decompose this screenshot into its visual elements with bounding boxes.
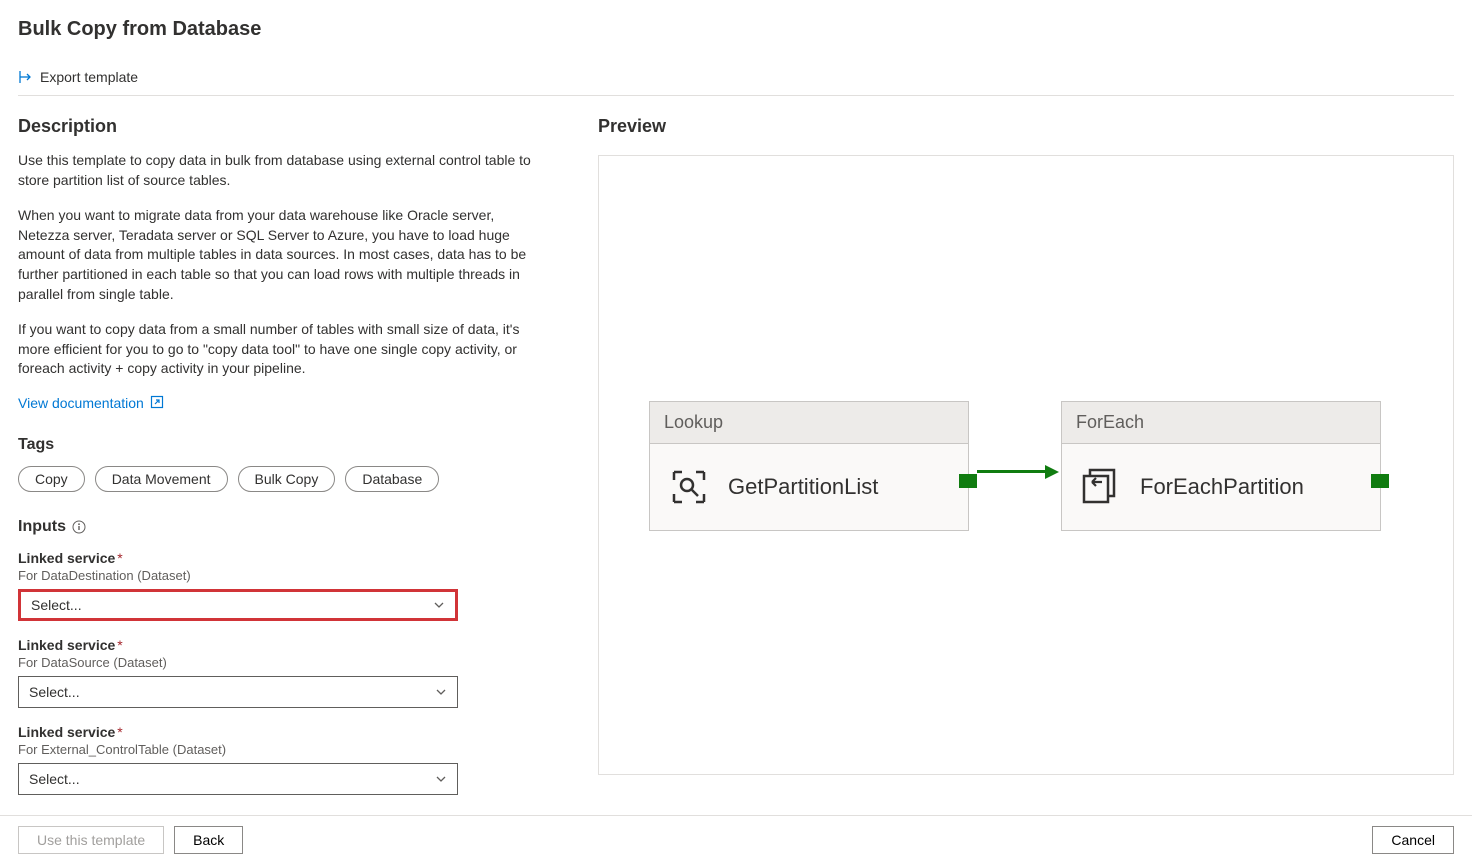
connector-out[interactable] <box>959 474 977 488</box>
connector-link[interactable] <box>977 470 1045 473</box>
tags-row: Copy Data Movement Bulk Copy Database <box>18 466 538 492</box>
tags-heading: Tags <box>18 436 538 454</box>
export-icon <box>18 69 34 85</box>
view-documentation-label: View documentation <box>18 395 144 411</box>
node-title: GetPartitionList <box>728 474 878 500</box>
cancel-button[interactable]: Cancel <box>1372 826 1454 854</box>
tag-database[interactable]: Database <box>345 466 439 492</box>
back-button[interactable]: Back <box>174 826 243 854</box>
tag-copy[interactable]: Copy <box>18 466 85 492</box>
field-label: Linked service <box>18 724 115 740</box>
chevron-down-icon <box>433 599 445 611</box>
linked-service-select-controltable[interactable]: Select... <box>18 763 458 795</box>
input-field-controltable: Linked service* For External_ControlTabl… <box>18 724 538 795</box>
inputs-heading: Inputs <box>18 518 538 536</box>
required-asterisk: * <box>117 637 122 653</box>
select-placeholder: Select... <box>29 771 80 787</box>
lookup-icon <box>668 466 710 508</box>
field-label: Linked service <box>18 550 115 566</box>
chevron-down-icon <box>435 773 447 785</box>
foreach-icon <box>1080 466 1122 508</box>
description-para-2: When you want to migrate data from your … <box>18 206 538 304</box>
preview-heading: Preview <box>598 116 1454 137</box>
use-this-template-button: Use this template <box>18 826 164 854</box>
input-field-datadestination: Linked service* For DataDestination (Dat… <box>18 550 538 621</box>
tag-data-movement[interactable]: Data Movement <box>95 466 228 492</box>
required-asterisk: * <box>117 550 122 566</box>
pipeline-node-foreach[interactable]: ForEach ForEachPartition <box>1061 401 1381 531</box>
required-asterisk: * <box>117 724 122 740</box>
toolbar: Export template <box>18 69 1454 96</box>
inputs-heading-label: Inputs <box>18 518 66 536</box>
field-sublabel: For DataDestination (Dataset) <box>18 568 538 583</box>
field-label: Linked service <box>18 637 115 653</box>
input-field-datasource: Linked service* For DataSource (Dataset)… <box>18 637 538 708</box>
linked-service-select-datadestination[interactable]: Select... <box>18 589 458 621</box>
external-link-icon <box>150 395 164 412</box>
node-type-label: Lookup <box>650 402 968 444</box>
tag-bulk-copy[interactable]: Bulk Copy <box>238 466 336 492</box>
connector-out[interactable] <box>1371 474 1389 488</box>
select-placeholder: Select... <box>31 597 82 613</box>
description-para-3: If you want to copy data from a small nu… <box>18 320 538 379</box>
select-placeholder: Select... <box>29 684 80 700</box>
preview-canvas[interactable]: Lookup GetPartition <box>598 155 1454 775</box>
node-type-label: ForEach <box>1062 402 1380 444</box>
view-documentation-link[interactable]: View documentation <box>18 395 164 412</box>
description-para-1: Use this template to copy data in bulk f… <box>18 151 538 190</box>
chevron-down-icon <box>435 686 447 698</box>
field-sublabel: For External_ControlTable (Dataset) <box>18 742 538 757</box>
description-heading: Description <box>18 116 538 137</box>
export-template-button[interactable]: Export template <box>18 69 138 85</box>
linked-service-select-datasource[interactable]: Select... <box>18 676 458 708</box>
pipeline-node-lookup[interactable]: Lookup GetPartition <box>649 401 969 531</box>
field-sublabel: For DataSource (Dataset) <box>18 655 538 670</box>
arrow-head-icon <box>1045 465 1059 479</box>
node-title: ForEachPartition <box>1140 474 1304 500</box>
footer: Use this template Back Cancel <box>0 815 1472 864</box>
page-title: Bulk Copy from Database <box>18 18 1454 41</box>
export-template-label: Export template <box>40 69 138 85</box>
info-icon[interactable] <box>72 520 86 534</box>
